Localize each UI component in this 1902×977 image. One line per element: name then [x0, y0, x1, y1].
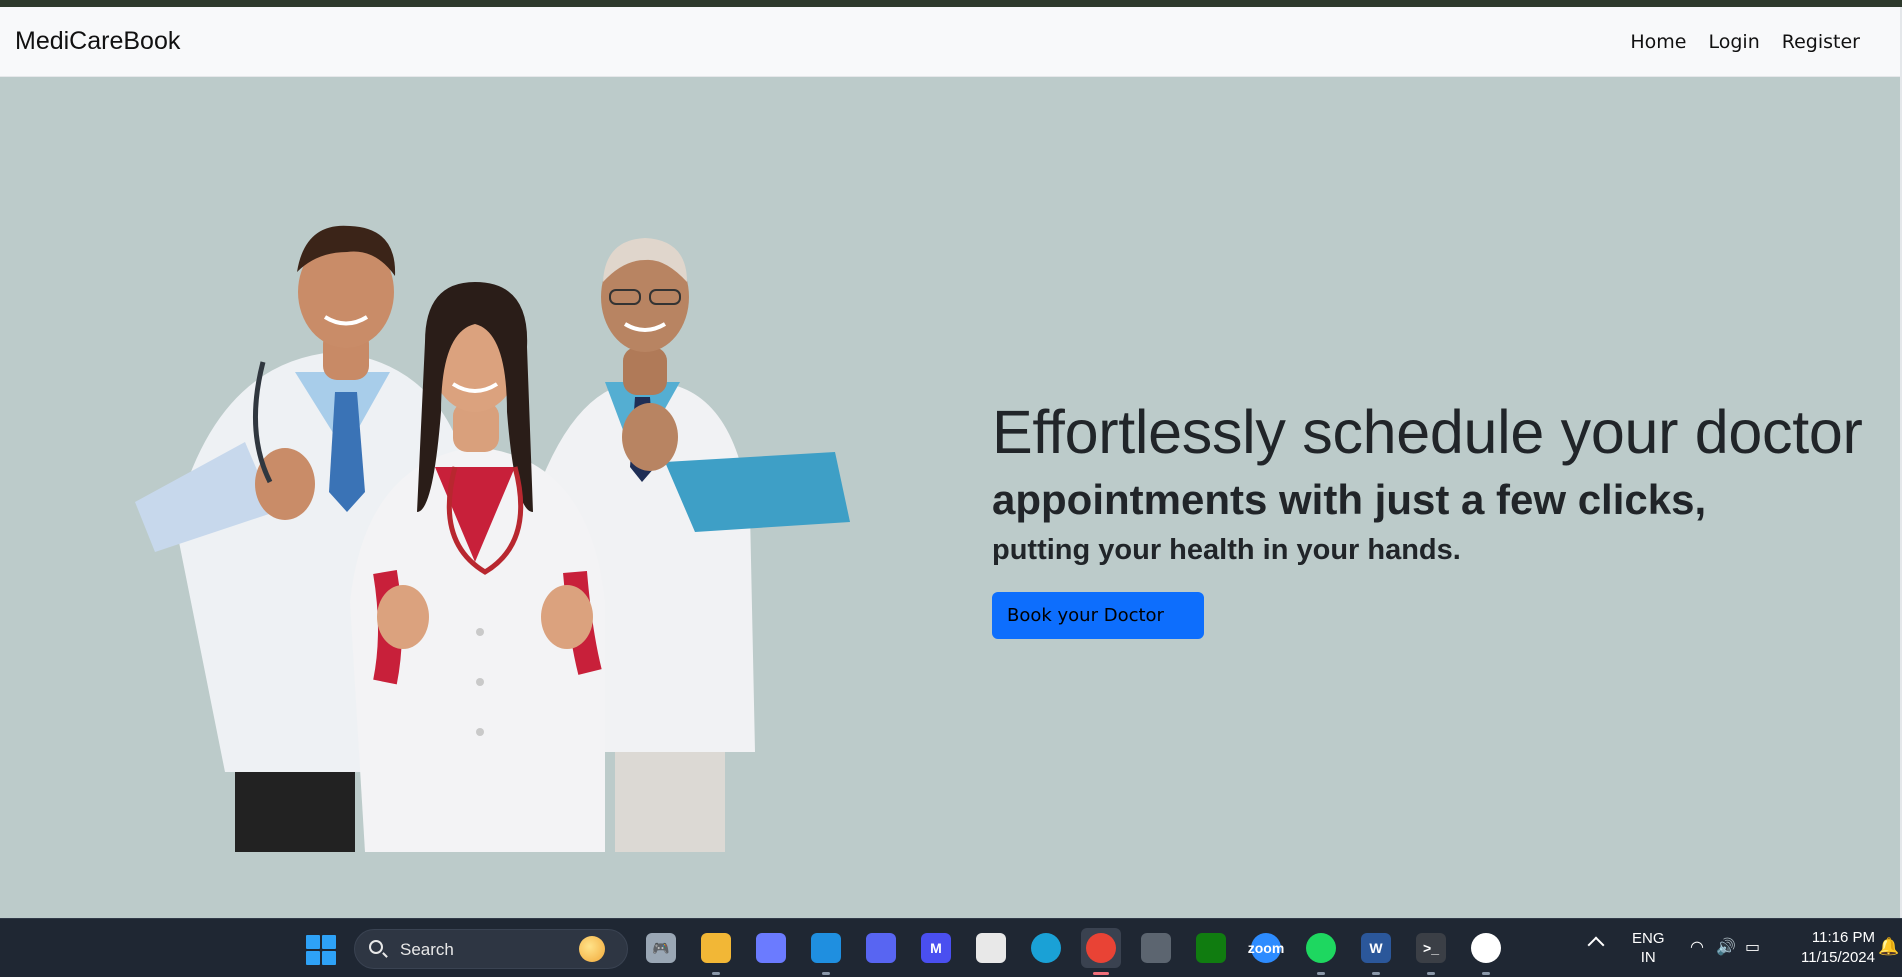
running-indicator — [1372, 972, 1380, 975]
os-taskbar: Search 🎮 Mzoom W >_ ENG IN ◠ 🔊 ▭ 11:16 PM 1… — [0, 918, 1902, 977]
show-hidden-icons-chevron-icon[interactable] — [1587, 936, 1605, 954]
clock-date: 11/15/2024 — [1801, 949, 1875, 966]
vscode-icon[interactable] — [806, 928, 846, 975]
region-code: IN — [1640, 949, 1656, 966]
unity-icon[interactable] — [1136, 928, 1176, 968]
discord-icon[interactable] — [861, 928, 901, 968]
battery-icon[interactable]: ▭ — [1745, 937, 1760, 957]
notification-bell-icon[interactable]: 🔔 — [1878, 937, 1899, 957]
app-m-icon[interactable]: M — [916, 928, 956, 968]
nav-links: Home Login Register — [1630, 31, 1860, 53]
running-indicator — [712, 972, 720, 975]
book-doctor-button[interactable]: Book your Doctor — [992, 592, 1204, 640]
unity-glyph — [1141, 933, 1171, 963]
edge-glyph — [1031, 933, 1061, 963]
taskbar-search-box[interactable]: Search — [354, 929, 628, 969]
running-indicator — [1317, 972, 1325, 975]
hero-doctors-image — [135, 225, 850, 852]
windows-start-icon[interactable] — [306, 935, 336, 965]
hero-text: Effortlessly schedule your doctor appoin… — [992, 398, 1863, 640]
search-icon — [369, 940, 383, 954]
microsoft-store-icon[interactable] — [971, 928, 1011, 968]
discord-glyph — [866, 933, 896, 963]
running-indicator — [1427, 972, 1435, 975]
edge-icon[interactable] — [1026, 928, 1066, 968]
file-explorer-icon[interactable] — [696, 928, 736, 975]
microsoft-store-glyph — [976, 933, 1006, 963]
terminal-glyph: >_ — [1416, 933, 1446, 963]
nav-home-link[interactable]: Home — [1630, 31, 1686, 53]
taskbar-clock[interactable]: 11:16 PM 11/15/2024 — [1787, 928, 1875, 968]
taskbar-search-label: Search — [400, 940, 454, 959]
copilot-icon[interactable] — [751, 928, 791, 968]
chrome-icon[interactable] — [1081, 928, 1121, 975]
running-indicator — [1482, 972, 1490, 975]
word-icon[interactable]: W — [1356, 928, 1396, 975]
nav-login-link[interactable]: Login — [1709, 31, 1760, 53]
hero-heading-line1: Effortlessly schedule your doctor — [992, 398, 1863, 466]
wifi-icon[interactable]: ◠ — [1690, 937, 1704, 957]
zoom-icon[interactable]: zoom — [1246, 928, 1286, 968]
word-glyph: W — [1361, 933, 1391, 963]
mongodb-glyph — [1471, 933, 1501, 963]
vscode-glyph — [811, 933, 841, 963]
language-code: ENG — [1632, 930, 1665, 947]
spotify-icon[interactable] — [1301, 928, 1341, 975]
spotify-glyph — [1306, 933, 1336, 963]
brand-logo[interactable]: MediCareBook — [15, 27, 180, 56]
app-m-glyph: M — [921, 933, 951, 963]
volume-icon[interactable]: 🔊 — [1716, 937, 1736, 957]
weather-widget-icon[interactable] — [579, 936, 605, 962]
hero-heading-line3: putting your health in your hands. — [992, 534, 1461, 567]
clock-time: 11:16 PM — [1811, 929, 1875, 946]
mongodb-icon[interactable] — [1466, 928, 1506, 975]
file-explorer-glyph — [701, 933, 731, 963]
navbar: MediCareBook Home Login Register — [0, 7, 1900, 77]
chrome-glyph — [1086, 933, 1116, 963]
hero-heading-line2: appointments with just a few clicks, — [992, 476, 1707, 524]
gamepad-glyph: 🎮 — [646, 933, 676, 963]
gamepad-icon[interactable]: 🎮 — [641, 928, 681, 968]
zoom-glyph: zoom — [1248, 933, 1284, 963]
running-indicator — [822, 972, 830, 975]
window-top-strip — [0, 0, 1902, 7]
xbox-glyph — [1196, 933, 1226, 963]
language-indicator[interactable]: ENG IN — [1632, 929, 1665, 967]
terminal-icon[interactable]: >_ — [1411, 928, 1451, 975]
xbox-icon[interactable] — [1191, 928, 1231, 968]
copilot-glyph — [756, 933, 786, 963]
nav-register-link[interactable]: Register — [1782, 31, 1860, 53]
running-indicator — [1093, 972, 1109, 975]
